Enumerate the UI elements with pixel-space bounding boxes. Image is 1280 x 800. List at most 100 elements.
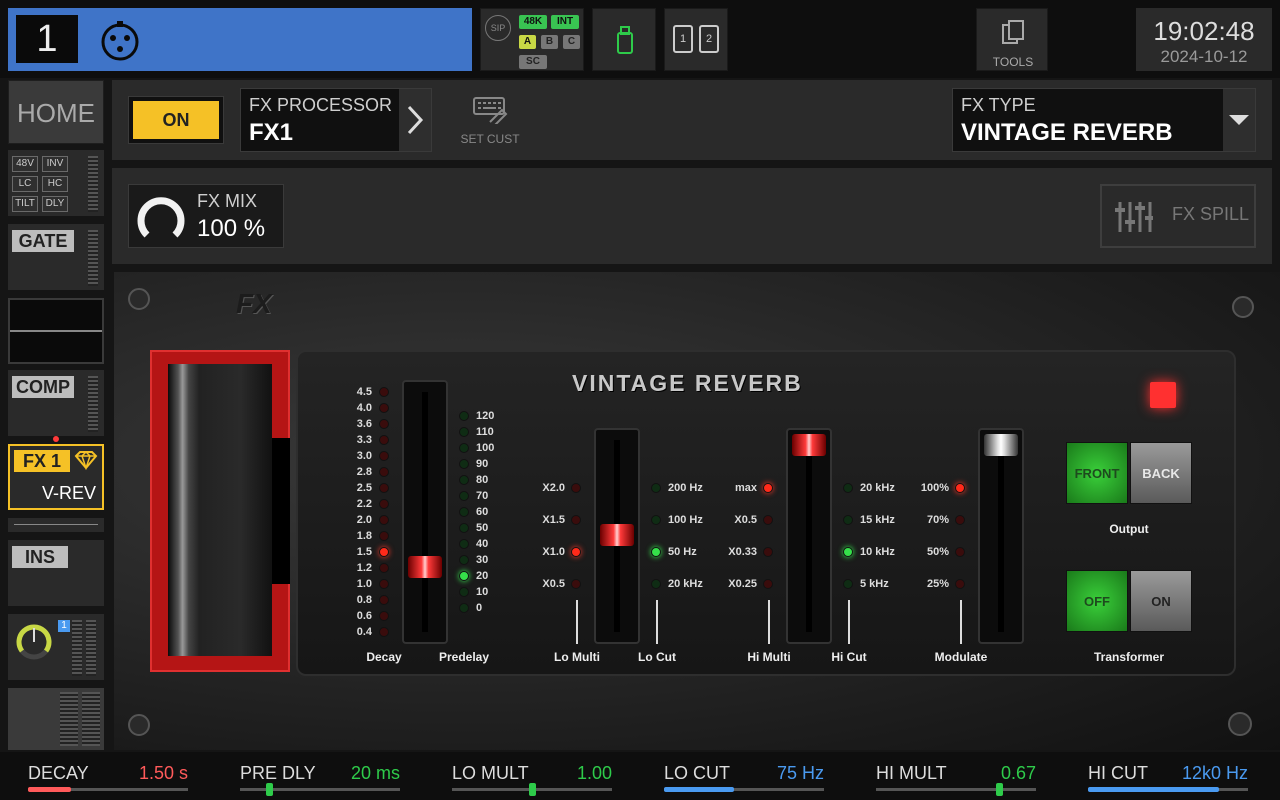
- eq-block[interactable]: [8, 298, 104, 364]
- hi-filter-fader-cap[interactable]: [792, 434, 826, 456]
- decay-scale-label: 1.5: [356, 546, 372, 558]
- param-slider-track[interactable]: [452, 783, 612, 796]
- param-slider-knob[interactable]: [529, 783, 536, 796]
- param-lo-mult[interactable]: LO MULT 1.00: [452, 760, 612, 796]
- decay-scale-label: 0.8: [356, 594, 372, 606]
- param-slider-track[interactable]: [28, 787, 188, 792]
- fx-processor-selector[interactable]: FX PROCESSOR FX1: [240, 88, 432, 152]
- predelay-scale-label: 100: [476, 442, 495, 454]
- fx-processor-next[interactable]: [399, 89, 431, 151]
- fader-block[interactable]: [8, 688, 104, 750]
- fx-on-label: ON: [133, 101, 219, 139]
- param-slider-track[interactable]: [1088, 787, 1248, 792]
- decay-label: Decay: [366, 650, 402, 664]
- lo-filter-fader-cap[interactable]: [600, 524, 634, 546]
- device-logo: FX: [236, 288, 272, 319]
- screw-bottom-right: [1228, 712, 1252, 736]
- mix-panel: [112, 168, 1272, 264]
- lo-cut-led: [651, 515, 661, 525]
- transformer-off-button[interactable]: OFF: [1066, 570, 1128, 632]
- param-value: 1.00: [576, 763, 612, 783]
- lo-cut-led: [651, 579, 661, 589]
- param-slider-fill: [28, 787, 71, 792]
- modulate-led: [955, 515, 965, 525]
- param-hi-cut[interactable]: HI CUT 12k0 Hz: [1088, 760, 1248, 796]
- lo-cut-label: Lo Cut: [638, 650, 676, 664]
- modulate-fader[interactable]: [978, 428, 1024, 644]
- predelay-scale-label: 90: [476, 458, 489, 470]
- tag-hc: HC: [42, 176, 68, 192]
- tag-48v: 48V: [12, 156, 38, 172]
- lo-multi-tick: [576, 600, 578, 644]
- decay-led: [379, 435, 389, 445]
- clock-date: 2024-10-12: [1160, 47, 1248, 66]
- predelay-led: [459, 427, 469, 437]
- hi-multi-led: [763, 579, 773, 589]
- sync-status-panel[interactable]: SIP 48K INT A B C SC: [480, 8, 584, 71]
- modulate-led: [955, 547, 965, 557]
- decay-scale-label: 0.4: [356, 626, 372, 638]
- param-pre-dly[interactable]: PRE DLY 20 ms: [240, 760, 400, 796]
- ins-block[interactable]: INS: [8, 540, 104, 606]
- usb-icon: [617, 26, 633, 54]
- param-slider-track[interactable]: [876, 783, 1036, 796]
- fx-type-selector[interactable]: FX TYPE VINTAGE REVERB: [952, 88, 1256, 152]
- param-slider-knob[interactable]: [266, 783, 273, 796]
- param-decay[interactable]: DECAY 1.50 s: [28, 760, 188, 796]
- lo-cut-scale-label: 200 Hz: [668, 482, 703, 494]
- meter-badge: 1: [58, 620, 70, 632]
- decay-fader-cap[interactable]: [408, 556, 442, 578]
- output-front-button[interactable]: FRONT: [1066, 442, 1128, 504]
- fx-value: V-REV: [41, 483, 96, 503]
- lo-multi-label: Lo Multi: [554, 650, 600, 664]
- channel-selector[interactable]: 1: [8, 8, 472, 71]
- lo-cut-scale-label: 50 Hz: [668, 546, 697, 558]
- set-cust-button[interactable]: SET CUST: [456, 92, 524, 152]
- hi-filter-fader[interactable]: [786, 428, 832, 644]
- fader-meter-1: [60, 692, 78, 746]
- predelay-scale-label: 80: [476, 474, 489, 486]
- fx-spill-button[interactable]: FX SPILL: [1100, 184, 1256, 248]
- decay-led: [379, 531, 389, 541]
- hi-multi-led: [763, 483, 773, 493]
- rate-tag: 48K: [519, 15, 547, 29]
- hi-cut-led: [843, 547, 853, 557]
- lo-cut-tick: [656, 600, 658, 644]
- param-slider-track[interactable]: [240, 783, 400, 796]
- param-slider-track[interactable]: [664, 787, 824, 792]
- param-lo-cut[interactable]: LO CUT 75 Hz: [664, 760, 824, 796]
- decay-fader[interactable]: [402, 380, 448, 644]
- usb-button[interactable]: [592, 8, 656, 71]
- comp-label: COMP: [12, 376, 74, 398]
- transformer-label: Transformer: [1093, 650, 1165, 664]
- clock-display: 19:02:48 2024-10-12: [1136, 8, 1272, 71]
- param-hi-mult[interactable]: HI MULT 0.67: [876, 760, 1036, 796]
- filter-block[interactable]: 48V INV LC HC TILT DLY: [8, 150, 104, 216]
- fx-block[interactable]: FX 1 V-REV: [8, 444, 104, 510]
- predelay-led: [459, 523, 469, 533]
- dynamics-block[interactable]: 1: [8, 614, 104, 680]
- comp-block[interactable]: COMP: [8, 370, 104, 436]
- fx-type-value: VINTAGE REVERB: [961, 119, 1173, 146]
- output-back-button[interactable]: BACK: [1130, 442, 1192, 504]
- fx-mix-knob-icon: [137, 197, 185, 238]
- sd-cards-button[interactable]: 1 2: [664, 8, 728, 71]
- power-indicator-led: [1150, 382, 1176, 408]
- gate-block[interactable]: GATE: [8, 224, 104, 290]
- decay-led: [379, 419, 389, 429]
- lo-multi-led: [571, 483, 581, 493]
- transformer-on-button[interactable]: ON: [1130, 570, 1192, 632]
- tools-button[interactable]: TOOLS: [976, 8, 1048, 71]
- decay-led: [379, 563, 389, 573]
- hi-cut-scale-label: 5 kHz: [860, 578, 889, 590]
- fx-spill-label: FX SPILL: [1172, 204, 1250, 224]
- fx-mix-control[interactable]: FX MIX 100 %: [128, 184, 284, 248]
- hi-cut-label: Hi Cut: [831, 650, 867, 664]
- home-button[interactable]: HOME: [8, 80, 104, 144]
- modulate-fader-cap[interactable]: [984, 434, 1018, 456]
- fx-type-dropdown[interactable]: [1223, 89, 1255, 151]
- param-slider-knob[interactable]: [996, 783, 1003, 796]
- hi-cut-tick: [848, 600, 850, 644]
- fx-on-button[interactable]: ON: [128, 96, 224, 144]
- predelay-led: [459, 571, 469, 581]
